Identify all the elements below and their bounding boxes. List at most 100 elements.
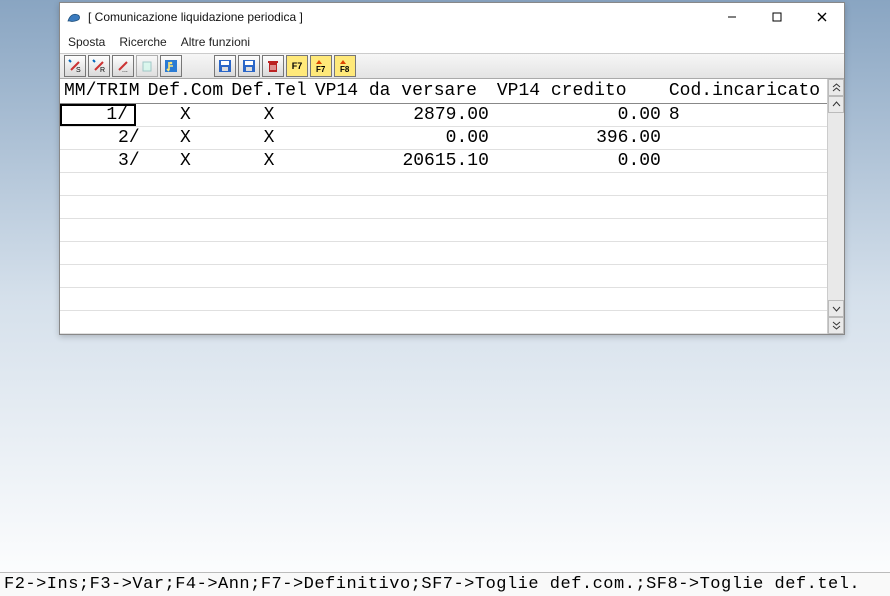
cell-versare[interactable] <box>311 310 493 333</box>
cell-versare[interactable]: 20615.10 <box>311 149 493 172</box>
menu-altre-funzioni[interactable]: Altre funzioni <box>181 35 250 49</box>
cell-mm[interactable] <box>60 218 144 241</box>
toolbar-f7-up-button[interactable]: F7 <box>310 55 332 77</box>
cell-deftel[interactable] <box>227 218 311 241</box>
cell-credito[interactable] <box>493 310 665 333</box>
cell-defcom[interactable] <box>144 287 228 310</box>
cell-cod[interactable] <box>665 149 827 172</box>
table-row[interactable]: 1/XX2879.000.008 <box>60 103 827 126</box>
cell-credito[interactable]: 0.00 <box>493 149 665 172</box>
toolbar-save2-icon[interactable] <box>238 55 260 77</box>
toolbar-tools-more-icon[interactable]: ... <box>112 55 134 77</box>
cell-mm[interactable] <box>60 241 144 264</box>
toolbar-clipboard-icon[interactable] <box>136 55 158 77</box>
cell-versare[interactable] <box>311 287 493 310</box>
cell-defcom[interactable] <box>144 218 228 241</box>
cell-deftel[interactable] <box>227 195 311 218</box>
cell-deftel[interactable] <box>227 241 311 264</box>
cell-credito[interactable] <box>493 195 665 218</box>
cell-defcom[interactable] <box>144 310 228 333</box>
scroll-down-double-icon[interactable] <box>828 317 844 334</box>
cell-versare[interactable]: 0.00 <box>311 126 493 149</box>
table-row[interactable] <box>60 218 827 241</box>
cell-credito[interactable] <box>493 264 665 287</box>
cell-mm[interactable] <box>60 264 144 287</box>
cell-versare[interactable] <box>311 172 493 195</box>
table-row[interactable]: 3/XX20615.100.00 <box>60 149 827 172</box>
cell-cod[interactable]: 8 <box>665 103 827 126</box>
selected-cell[interactable]: 1/ <box>60 104 136 126</box>
table-row[interactable] <box>60 241 827 264</box>
table-row[interactable] <box>60 310 827 333</box>
toolbar-exit-icon[interactable] <box>160 55 182 77</box>
cell-mm[interactable] <box>60 195 144 218</box>
table-row[interactable] <box>60 172 827 195</box>
maximize-button[interactable] <box>754 3 799 31</box>
cell-versare[interactable] <box>311 195 493 218</box>
cell-mm[interactable] <box>60 287 144 310</box>
cell-cod[interactable] <box>665 241 827 264</box>
cell-mm[interactable]: 2/ <box>60 126 144 149</box>
cell-versare[interactable] <box>311 218 493 241</box>
col-versare[interactable]: VP14 da versare <box>311 79 493 103</box>
col-cod[interactable]: Cod.incaricato <box>665 79 827 103</box>
cell-defcom[interactable]: X <box>144 149 228 172</box>
cell-mm[interactable] <box>60 172 144 195</box>
minimize-button[interactable] <box>709 3 754 31</box>
col-defcom[interactable]: Def.Com <box>144 79 228 103</box>
cell-defcom[interactable] <box>144 241 228 264</box>
cell-versare[interactable]: 2879.00 <box>311 103 493 126</box>
cell-cod[interactable] <box>665 310 827 333</box>
col-credito[interactable]: VP14 credito <box>493 79 665 103</box>
scroll-up-double-icon[interactable] <box>828 79 844 96</box>
scroll-track[interactable] <box>828 113 844 300</box>
cell-defcom[interactable]: X <box>144 103 228 126</box>
vertical-scrollbar[interactable] <box>827 79 844 334</box>
col-deftel[interactable]: Def.Tel <box>227 79 311 103</box>
cell-credito[interactable] <box>493 218 665 241</box>
toolbar-save-icon[interactable] <box>214 55 236 77</box>
close-button[interactable] <box>799 3 844 31</box>
cell-defcom[interactable] <box>144 172 228 195</box>
cell-cod[interactable] <box>665 264 827 287</box>
scroll-down-icon[interactable] <box>828 300 844 317</box>
cell-defcom[interactable] <box>144 195 228 218</box>
cell-versare[interactable] <box>311 264 493 287</box>
toolbar-delete-icon[interactable] <box>262 55 284 77</box>
toolbar-tools-r-icon[interactable]: R <box>88 55 110 77</box>
cell-mm[interactable] <box>60 310 144 333</box>
cell-deftel[interactable]: X <box>227 126 311 149</box>
cell-mm[interactable]: 1/ <box>60 103 144 126</box>
menu-sposta[interactable]: Sposta <box>68 35 105 49</box>
cell-deftel[interactable] <box>227 264 311 287</box>
cell-defcom[interactable]: X <box>144 126 228 149</box>
cell-deftel[interactable]: X <box>227 149 311 172</box>
cell-mm[interactable]: 3/ <box>60 149 144 172</box>
cell-credito[interactable]: 396.00 <box>493 126 665 149</box>
cell-cod[interactable] <box>665 218 827 241</box>
cell-credito[interactable] <box>493 241 665 264</box>
col-mmtrim[interactable]: MM/TRIM <box>60 79 144 103</box>
cell-deftel[interactable] <box>227 172 311 195</box>
table-row[interactable]: 2/XX0.00396.00 <box>60 126 827 149</box>
scroll-up-icon[interactable] <box>828 96 844 113</box>
cell-deftel[interactable]: X <box>227 103 311 126</box>
cell-cod[interactable] <box>665 287 827 310</box>
cell-cod[interactable] <box>665 172 827 195</box>
menu-ricerche[interactable]: Ricerche <box>119 35 166 49</box>
data-grid[interactable]: MM/TRIM Def.Com Def.Tel VP14 da versare … <box>60 79 827 334</box>
table-row[interactable] <box>60 195 827 218</box>
cell-credito[interactable] <box>493 287 665 310</box>
cell-defcom[interactable] <box>144 264 228 287</box>
table-row[interactable] <box>60 287 827 310</box>
toolbar-f8-up-button[interactable]: F8 <box>334 55 356 77</box>
table-row[interactable] <box>60 264 827 287</box>
cell-credito[interactable] <box>493 172 665 195</box>
cell-credito[interactable]: 0.00 <box>493 103 665 126</box>
toolbar-f7-button[interactable]: F7 <box>286 55 308 77</box>
cell-cod[interactable] <box>665 126 827 149</box>
toolbar-tools-icon[interactable]: S <box>64 55 86 77</box>
cell-versare[interactable] <box>311 241 493 264</box>
cell-deftel[interactable] <box>227 310 311 333</box>
cell-cod[interactable] <box>665 195 827 218</box>
